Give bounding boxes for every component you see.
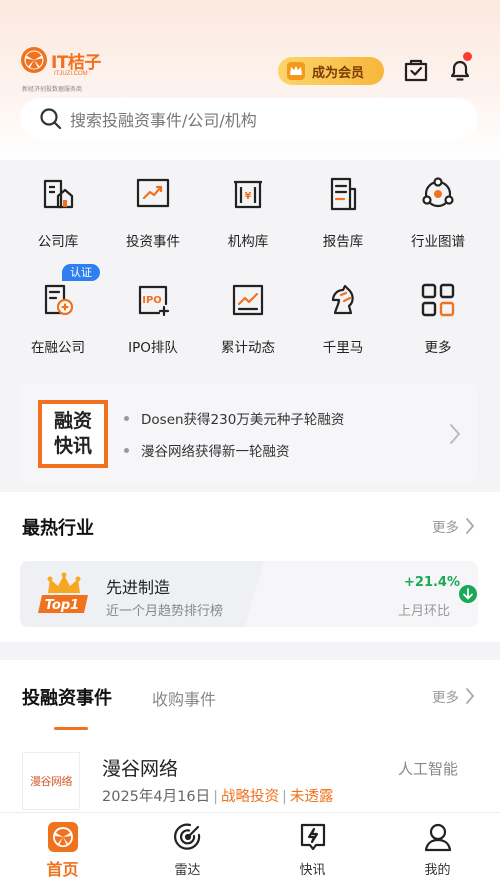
nav-home[interactable]: 首页 <box>0 813 125 888</box>
news-badge-line1: 融资 <box>53 410 92 432</box>
horse-icon <box>331 284 354 315</box>
nav-label: 我的 <box>424 863 451 878</box>
more-label: 更多 <box>432 690 459 706</box>
profile-icon <box>424 823 451 852</box>
fundraising-company-icon <box>44 284 74 316</box>
svg-text:¥: ¥ <box>245 191 252 202</box>
notification-dot <box>463 52 472 61</box>
company-logo: 漫谷网络 <box>22 752 80 810</box>
grid-item-investment-events[interactable]: 投资事件 <box>105 162 201 252</box>
news-flash-badge: 融资 快讯 <box>38 400 108 468</box>
grid-item-institution-library[interactable]: ¥ 机构库 <box>200 162 296 252</box>
company-library-icon <box>43 179 74 209</box>
search-icon <box>40 108 62 130</box>
event-round: 战略投资 <box>220 789 279 805</box>
app-header: IT桔子 ITJUZI.COM 新经济创投数据服务商 成为会员 <box>0 40 500 96</box>
chevron-right-icon <box>466 518 475 534</box>
report-library-icon <box>330 177 357 211</box>
search-placeholder: 搜索投融资事件/公司/机构 <box>70 111 257 130</box>
become-member-button[interactable]: 成为会员 <box>278 57 384 85</box>
grid-item-horse[interactable]: 千里马 <box>295 268 391 358</box>
grid-item-industry-map[interactable]: 行业图谱 <box>390 162 486 252</box>
grid-item-ipo-queue[interactable]: IPO IPO排队 <box>105 268 201 358</box>
industry-map-icon <box>422 177 454 208</box>
green-arrow-down-icon <box>459 585 477 603</box>
logo-text: IT桔子 <box>51 53 101 73</box>
investment-events-icon <box>136 178 170 208</box>
grid-label: 机构库 <box>227 234 269 250</box>
events-more-link[interactable]: 更多 <box>432 686 475 706</box>
grid-item-more[interactable]: 更多 <box>390 268 486 358</box>
company-logo-text: 漫谷网络 <box>30 775 73 788</box>
svg-text:IPO: IPO <box>142 295 162 306</box>
search-bar[interactable]: 搜索投融资事件/公司/机构 <box>20 98 478 140</box>
hot-industry-more-link[interactable]: 更多 <box>432 516 475 536</box>
grid-item-cumulative-trends[interactable]: 累计动态 <box>200 268 296 358</box>
grid-label: 报告库 <box>322 234 364 250</box>
grid-label: 行业图谱 <box>411 234 465 250</box>
flash-news-icon <box>300 823 325 851</box>
shopping-bag-check-icon[interactable] <box>402 56 430 84</box>
grid-label: 公司库 <box>37 234 79 250</box>
logo-domain: ITJUZI.COM <box>54 71 88 77</box>
company-name[interactable]: 漫谷网络 <box>102 754 178 781</box>
news-item[interactable]: 漫谷网络获得新一轮融资 <box>124 440 290 460</box>
cumulative-trends-icon <box>232 284 264 316</box>
orange-logo-icon <box>21 47 47 73</box>
grid-label: 累计动态 <box>221 340 275 356</box>
grid-label: 投资事件 <box>126 234 180 250</box>
grid-item-report-library[interactable]: 报告库 <box>295 162 391 252</box>
nav-label: 快讯 <box>299 863 326 878</box>
more-grid-icon <box>421 283 455 317</box>
industry-tag: 人工智能 <box>398 760 459 778</box>
hot-industry-title: 最热行业 <box>22 518 94 539</box>
industry-subtitle: 近一个月趋势排行榜 <box>106 604 224 619</box>
grid-item-company-library[interactable]: 公司库 <box>10 162 106 252</box>
bottom-navigation: 首页 雷达 快讯 我的 <box>0 812 500 888</box>
top1-crown-icon: Top1 <box>38 572 88 613</box>
logo-slogan: 新经济创投数据服务商 <box>22 86 83 93</box>
event-date: 2025年4月16日 <box>102 789 211 805</box>
grid-label: 千里马 <box>322 340 364 356</box>
top1-label: Top1 <box>45 598 79 613</box>
home-orange-icon <box>47 822 78 852</box>
chevron-right-icon <box>450 424 460 444</box>
grid-item-fundraising-company[interactable]: 在融公司 <box>10 268 106 358</box>
tab-acquisition-events[interactable]: 收购事件 <box>152 686 216 710</box>
grid-label: 在融公司 <box>31 340 85 356</box>
grid-label: 更多 <box>424 340 452 356</box>
more-label: 更多 <box>432 520 459 536</box>
event-amount: 未透露 <box>289 789 334 805</box>
crown-icon <box>287 62 305 80</box>
ipo-queue-icon: IPO <box>138 285 170 317</box>
become-member-label: 成为会员 <box>312 65 365 81</box>
nav-profile[interactable]: 我的 <box>375 813 500 888</box>
tab-underline <box>54 727 88 730</box>
hot-industry-card[interactable]: Top1 先进制造 近一个月趋势排行榜 +21.4% 上月环比 <box>20 561 478 627</box>
chevron-right-icon <box>466 688 475 704</box>
grid-label: IPO排队 <box>128 340 178 356</box>
nav-label: 雷达 <box>174 863 201 878</box>
it-juzi-logo: IT桔子 ITJUZI.COM 新经济创投数据服务商 <box>20 46 130 94</box>
institution-library-icon: ¥ <box>234 180 262 209</box>
financing-news-card[interactable]: 融资 快讯 Dosen获得230万美元种子轮融资 漫谷网络获得新一轮融资 <box>20 384 478 484</box>
news-item[interactable]: Dosen获得230万美元种子轮融资 <box>124 408 344 428</box>
news-badge-line2: 快讯 <box>53 435 92 457</box>
radar-icon <box>173 823 200 850</box>
tab-investment-events[interactable]: 投融资事件 <box>22 684 112 710</box>
event-meta: 2025年4月16日 | 战略投资 | 未透露 <box>102 789 334 805</box>
industry-period: 上月环比 <box>398 604 451 619</box>
industry-name: 先进制造 <box>106 578 171 597</box>
nav-label: 首页 <box>46 860 79 879</box>
certified-badge: 认证 <box>62 264 100 281</box>
nav-radar[interactable]: 雷达 <box>125 813 250 888</box>
industry-change: +21.4% <box>404 575 460 590</box>
nav-flash-news[interactable]: 快讯 <box>250 813 375 888</box>
